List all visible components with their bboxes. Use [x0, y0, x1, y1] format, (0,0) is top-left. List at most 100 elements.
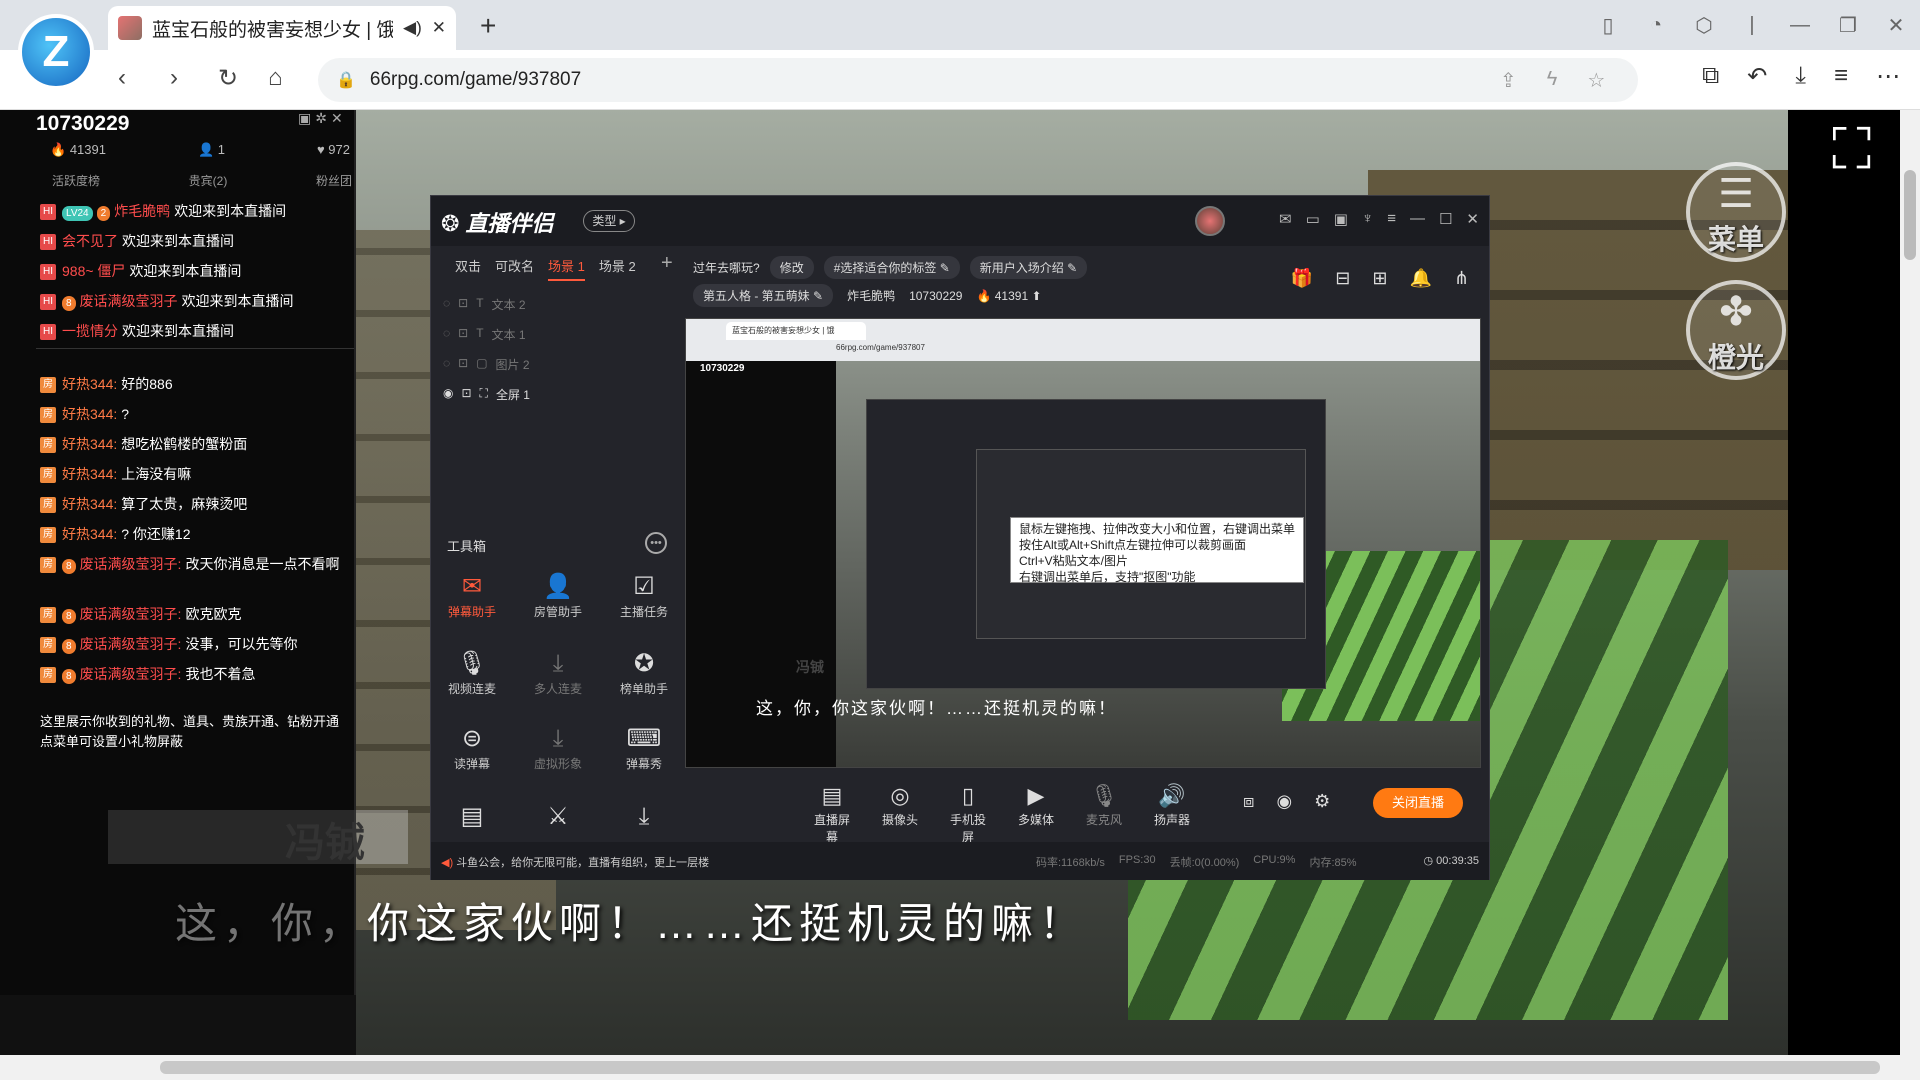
gear-icon[interactable]: ✲	[315, 110, 331, 126]
microphone-button[interactable]: 🎙 麦克风	[1083, 781, 1125, 845]
lock-icon[interactable]: ⊡	[458, 356, 468, 373]
reader-icon[interactable]: ▯	[1584, 13, 1632, 38]
close-icon[interactable]: ✕	[331, 110, 347, 126]
gift-icon[interactable]: 🎁	[1291, 268, 1313, 289]
lock-icon[interactable]: ⊡	[458, 296, 468, 313]
extensions-icon[interactable]: ⧉	[1702, 62, 1719, 91]
download-icon[interactable]: ⤓	[1795, 62, 1806, 91]
tab-close-icon[interactable]: ✕	[432, 18, 446, 38]
avatar[interactable]	[1195, 206, 1225, 236]
dialogue-subtitle[interactable]: 这，你，你这家伙啊！……还挺机灵的嘛！	[175, 890, 1087, 951]
username[interactable]: 好热344:	[62, 466, 117, 482]
tool-read-danmaku[interactable]: ⊜ 读弹幕	[437, 723, 507, 772]
category-button[interactable]: 第五人格 - 第五萌妹 ✎	[693, 284, 834, 307]
scroll-thumb[interactable]	[160, 1061, 1880, 1074]
playlist-icon[interactable]: ≡	[1834, 62, 1848, 91]
username[interactable]: 好热344:	[62, 496, 117, 512]
multimedia-button[interactable]: ▶ 多媒体	[1015, 781, 1057, 845]
mail-icon[interactable]: ✉	[1279, 210, 1292, 228]
unlock-icon[interactable]: ⊟	[1335, 268, 1350, 289]
tool-download[interactable]: ⤓	[609, 801, 679, 833]
tool-multi-link[interactable]: ⤓ 多人连麦	[523, 648, 593, 697]
record-icon[interactable]: ⧈	[1243, 791, 1254, 812]
more-icon[interactable]: •••	[645, 532, 667, 554]
tool-pk[interactable]: ⚔	[523, 801, 593, 833]
vertical-scrollbar[interactable]	[1900, 110, 1920, 1055]
scene-tab[interactable]: 双击	[455, 256, 481, 281]
share-icon[interactable]: ⇪	[1500, 68, 1517, 93]
username[interactable]: 废话满级莹羽子:	[80, 666, 182, 682]
extension-icon[interactable]: ⬡	[1680, 13, 1728, 38]
tag-button[interactable]: #选择适合你的标签 ✎	[823, 256, 960, 279]
fullscreen-icon[interactable]: ⛶	[1832, 116, 1871, 183]
lock-icon[interactable]: ⊡	[458, 326, 468, 343]
layer-item[interactable]: ◌ ⊡ T 文本 2	[443, 296, 673, 313]
url-field[interactable]: 🔒 66rpg.com/game/937807	[318, 58, 1638, 102]
monitor-icon[interactable]: ▣	[1334, 210, 1348, 228]
speaker-button[interactable]: 🔊 扬声器	[1151, 781, 1193, 845]
tool-ranking[interactable]: ✪ 榜单助手	[609, 648, 679, 697]
scene-tab-active[interactable]: 场景 1	[548, 256, 585, 281]
home-icon[interactable]: ⌂	[268, 64, 283, 92]
tool-host-tasks[interactable]: ☑ 主播任务	[609, 571, 679, 620]
eye-icon[interactable]: ◉	[443, 386, 453, 403]
menu-icon[interactable]: ≡	[1387, 210, 1396, 228]
edit-button[interactable]: 修改	[769, 256, 814, 279]
lightning-icon[interactable]: ϟ	[1547, 68, 1558, 93]
lock-icon[interactable]: ▣	[298, 110, 315, 126]
eye-off-icon[interactable]: ◌	[443, 356, 450, 373]
layer-item[interactable]: ◉ ⊡ ⛶ 全屏 1	[443, 386, 673, 403]
add-scene-button[interactable]: +	[661, 252, 673, 275]
eye-off-icon[interactable]: ◌	[443, 326, 450, 343]
eye-off-icon[interactable]: ◌	[443, 296, 450, 313]
more-menu-icon[interactable]: ⋯	[1876, 62, 1900, 91]
username[interactable]: 好热344:	[62, 406, 117, 422]
tool-more[interactable]: ▤	[437, 801, 507, 833]
layout-icon[interactable]: ⊞	[1372, 268, 1387, 289]
stop-live-button[interactable]: 关闭直播	[1373, 788, 1463, 818]
camera-button[interactable]: ◎ 摄像头	[879, 781, 921, 845]
eye-icon[interactable]: ◉	[1276, 791, 1292, 812]
close-icon[interactable]: ✕	[1466, 210, 1479, 228]
maximize-icon[interactable]: ❐	[1824, 13, 1872, 38]
tool-danmaku-helper[interactable]: ✉ 弹幕助手	[437, 571, 507, 620]
back-icon[interactable]: ‹	[118, 64, 126, 92]
minimize-icon[interactable]: —	[1410, 210, 1425, 228]
type-button[interactable]: 类型 ▸	[583, 210, 635, 232]
tool-video-link[interactable]: 🎙 视频连麦	[437, 648, 507, 697]
speaker-icon[interactable]: ◀)	[403, 18, 422, 38]
scene-tab[interactable]: 场景 2	[599, 256, 636, 281]
screen-capture-button[interactable]: ▤ 直播屏幕	[811, 781, 853, 845]
username[interactable]: 废话满级莹羽子:	[80, 556, 182, 572]
scene-tab[interactable]: 可改名	[495, 256, 534, 281]
lock-icon[interactable]: ⊡	[461, 386, 471, 403]
layer-item[interactable]: ◌ ⊡ T 文本 1	[443, 326, 673, 343]
username[interactable]: 废话满级莹羽子	[80, 293, 178, 309]
username[interactable]: 988~ 僵尸	[62, 263, 125, 279]
layer-item[interactable]: ◌ ⊡ ▢ 图片 2	[443, 356, 673, 373]
username[interactable]: 炸毛脆鸭	[114, 203, 170, 219]
minimize-icon[interactable]: —	[1776, 14, 1824, 37]
game-menu-button[interactable]: ☰ 菜单	[1686, 162, 1786, 262]
username[interactable]: 废话满级莹羽子:	[80, 636, 182, 652]
tab-vip[interactable]: 贵宾(2)	[189, 172, 228, 189]
username[interactable]: 会不见了	[62, 233, 118, 249]
star-icon[interactable]: ☆	[1587, 68, 1605, 93]
settings-icon[interactable]: ⚙	[1314, 791, 1330, 812]
username[interactable]: 好热344:	[62, 526, 117, 542]
close-window-icon[interactable]: ✕	[1872, 13, 1920, 38]
undo-icon[interactable]: ↶	[1747, 62, 1767, 91]
browser-logo-icon[interactable]: Z	[18, 14, 94, 90]
maximize-icon[interactable]: ☐	[1439, 210, 1452, 228]
username[interactable]: 废话满级莹羽子:	[80, 606, 182, 622]
forward-icon[interactable]: ›	[170, 64, 178, 92]
tool-avatar[interactable]: ⤓ 虚拟形象	[523, 723, 593, 772]
scroll-thumb[interactable]	[1904, 170, 1916, 260]
bell-icon[interactable]: 🔔	[1409, 268, 1431, 289]
tool-room-manager[interactable]: 👤 房管助手	[523, 571, 593, 620]
incognito-icon[interactable]: ◔	[1632, 14, 1680, 37]
tab-activity[interactable]: 活跃度榜	[52, 172, 100, 189]
browser-tab[interactable]: 蓝宝石般的被害妄想少女 | 饿 ◀) ✕	[108, 6, 456, 50]
horizontal-scrollbar[interactable]	[0, 1055, 1920, 1080]
shirt-icon[interactable]: ♆	[1362, 210, 1373, 228]
